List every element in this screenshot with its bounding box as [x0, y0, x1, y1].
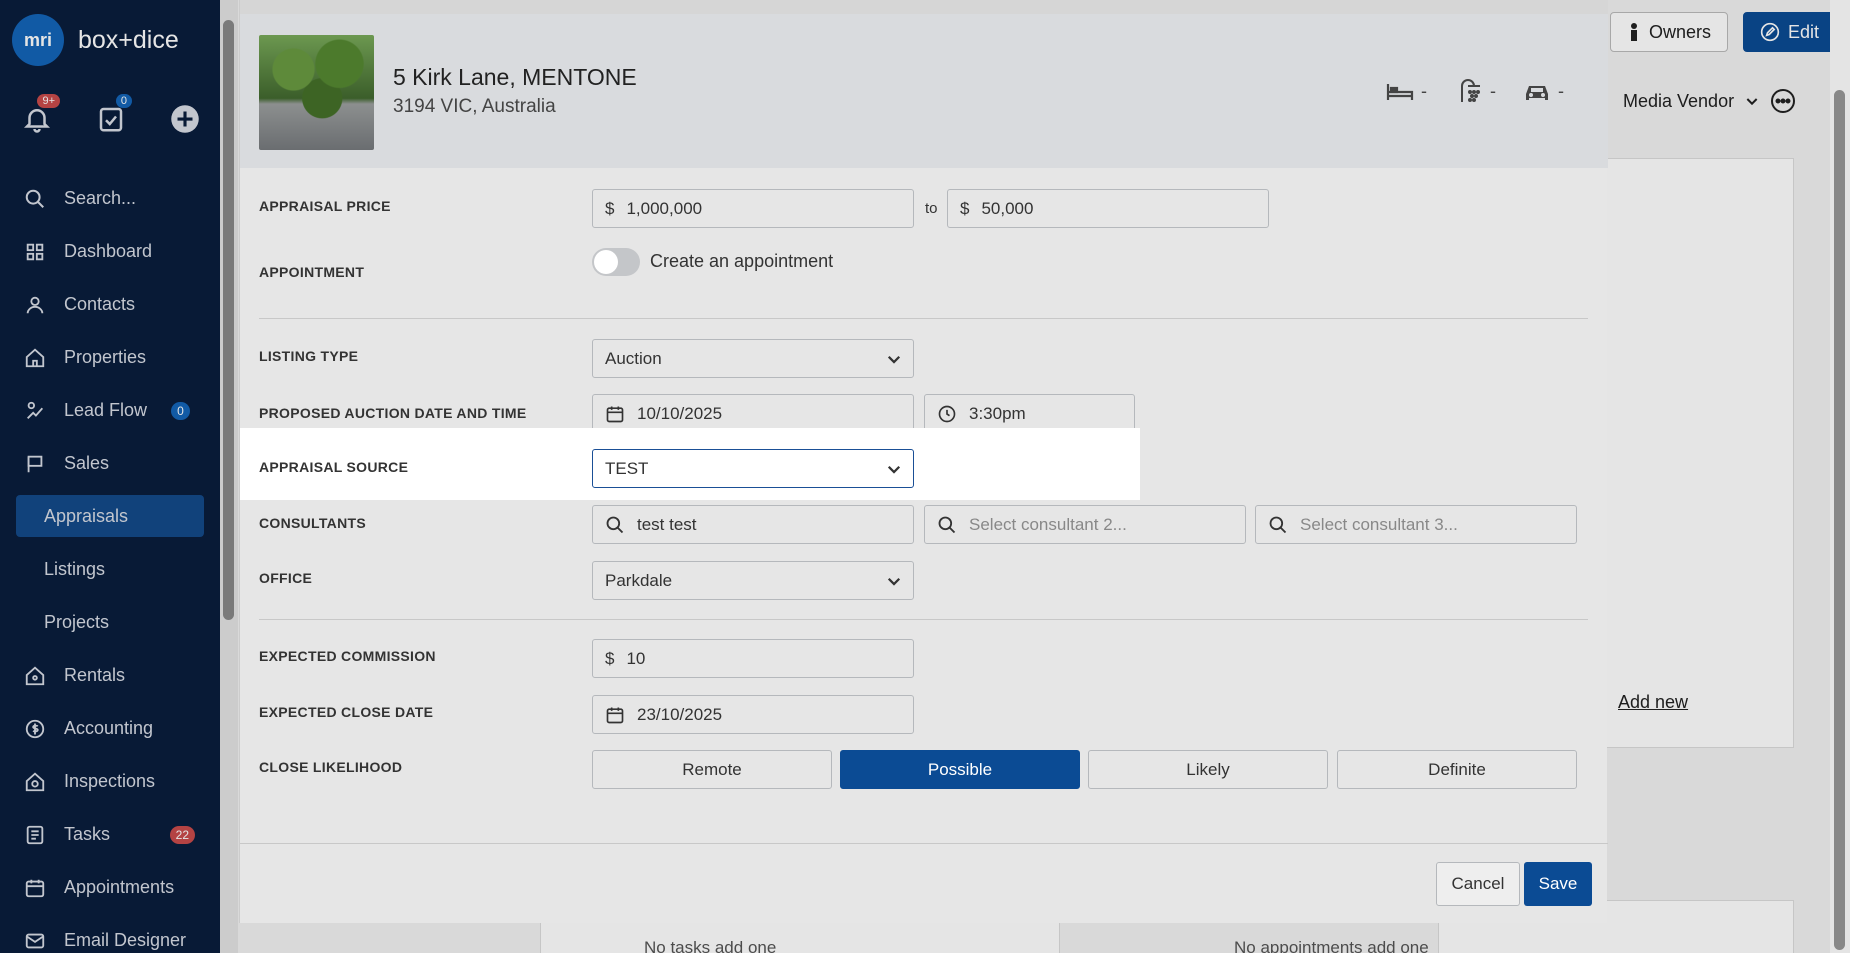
currency-symbol: $: [605, 198, 615, 218]
appointment-toggle[interactable]: [592, 248, 640, 276]
search-icon: [606, 516, 624, 533]
save-button[interactable]: Save: [1524, 862, 1592, 906]
currency-symbol: $: [605, 648, 615, 668]
price-from-input[interactable]: $ 1,000,000: [592, 189, 914, 228]
likelihood-remote-button[interactable]: Remote: [592, 750, 832, 789]
commission-label: EXPECTED COMMISSION: [259, 648, 436, 664]
modal-top-strip: [240, 0, 1608, 14]
close-date-value: 23/10/2025: [637, 704, 723, 724]
price-from-value: 1,000,000: [626, 198, 703, 218]
close-date-input[interactable]: 23/10/2025: [592, 695, 914, 734]
likelihood-definite-button[interactable]: Definite: [1337, 750, 1577, 789]
appraisal-source-row: APPRAISAL SOURCE TEST: [240, 428, 1140, 500]
likelihood-likely-button[interactable]: Likely: [1088, 750, 1328, 789]
page-scrollbar[interactable]: [1830, 0, 1850, 953]
consultants-label: CONSULTANTS: [259, 515, 366, 531]
divider: [259, 619, 1588, 620]
currency-symbol: $: [960, 198, 970, 218]
bedrooms-value: -: [1421, 80, 1427, 101]
consultant-1-value: test test: [637, 514, 697, 534]
appointment-label: APPOINTMENT: [259, 264, 365, 280]
office-select[interactable]: Parkdale: [592, 561, 914, 600]
likelihood-possible-button[interactable]: Possible: [840, 750, 1080, 789]
auction-date-value: 10/10/2025: [637, 403, 723, 423]
calendar-icon: [606, 406, 624, 422]
appraisal-source-value: TEST: [605, 458, 649, 478]
price-to-input[interactable]: $ 50,000: [947, 189, 1269, 228]
carspaces-feature: -: [1522, 76, 1564, 106]
cancel-button[interactable]: Cancel: [1436, 862, 1520, 906]
bathrooms-feature: -: [1454, 76, 1496, 106]
page-scrollbar-thumb[interactable]: [1834, 90, 1845, 950]
property-photo: [259, 35, 374, 150]
consultant-1-input[interactable]: test test: [592, 505, 914, 544]
modal-header: 5 Kirk Lane, MENTONE 3194 VIC, Australia…: [240, 14, 1608, 168]
shower-icon: [1461, 79, 1480, 102]
office-label: OFFICE: [259, 570, 313, 586]
bed-icon: [1386, 84, 1414, 100]
calendar-icon: [606, 707, 624, 723]
consultant-2-placeholder: Select consultant 2...: [969, 514, 1127, 534]
appraisal-source-select[interactable]: TEST: [592, 449, 914, 488]
chevron-down-icon: [887, 355, 901, 364]
consultant-2-input[interactable]: Select consultant 2...: [924, 505, 1246, 544]
property-address: 5 Kirk Lane, MENTONE: [393, 64, 637, 90]
price-to-label: to: [925, 200, 938, 217]
modal-footer-divider: [240, 843, 1608, 844]
close-date-label: EXPECTED CLOSE DATE: [259, 704, 434, 720]
search-icon: [938, 516, 956, 533]
bathrooms-value: -: [1490, 80, 1496, 101]
divider: [259, 318, 1588, 319]
appraisal-source-label: APPRAISAL SOURCE: [259, 459, 409, 475]
listing-type-label: LISTING TYPE: [259, 348, 359, 364]
appraisal-price-label: APPRAISAL PRICE: [259, 198, 391, 214]
commission-input[interactable]: $ 10: [592, 639, 914, 678]
appointment-toggle-label: Create an appointment: [650, 251, 834, 271]
appraisal-modal: 5 Kirk Lane, MENTONE 3194 VIC, Australia…: [239, 0, 1608, 923]
auction-date-label: PROPOSED AUCTION DATE AND TIME: [259, 405, 527, 421]
bedrooms-feature: -: [1385, 76, 1427, 106]
close-likelihood-label: CLOSE LIKELIHOOD: [259, 759, 403, 775]
property-suburb: 3194 VIC, Australia: [393, 96, 556, 117]
commission-value: 10: [626, 648, 646, 668]
chevron-down-icon: [887, 465, 901, 474]
clock-icon: [938, 405, 956, 422]
toggle-knob: [594, 250, 618, 274]
search-icon: [1269, 516, 1287, 533]
chevron-down-icon: [887, 577, 901, 586]
office-value: Parkdale: [605, 570, 673, 590]
consultant-3-placeholder: Select consultant 3...: [1300, 514, 1458, 534]
car-icon: [1526, 86, 1548, 100]
auction-time-value: 3:30pm: [969, 403, 1026, 423]
carspaces-value: -: [1558, 80, 1564, 101]
listing-type-select[interactable]: Auction: [592, 339, 914, 378]
price-to-value: 50,000: [981, 198, 1034, 218]
listing-type-value: Auction: [605, 348, 662, 368]
consultant-3-input[interactable]: Select consultant 3...: [1255, 505, 1577, 544]
